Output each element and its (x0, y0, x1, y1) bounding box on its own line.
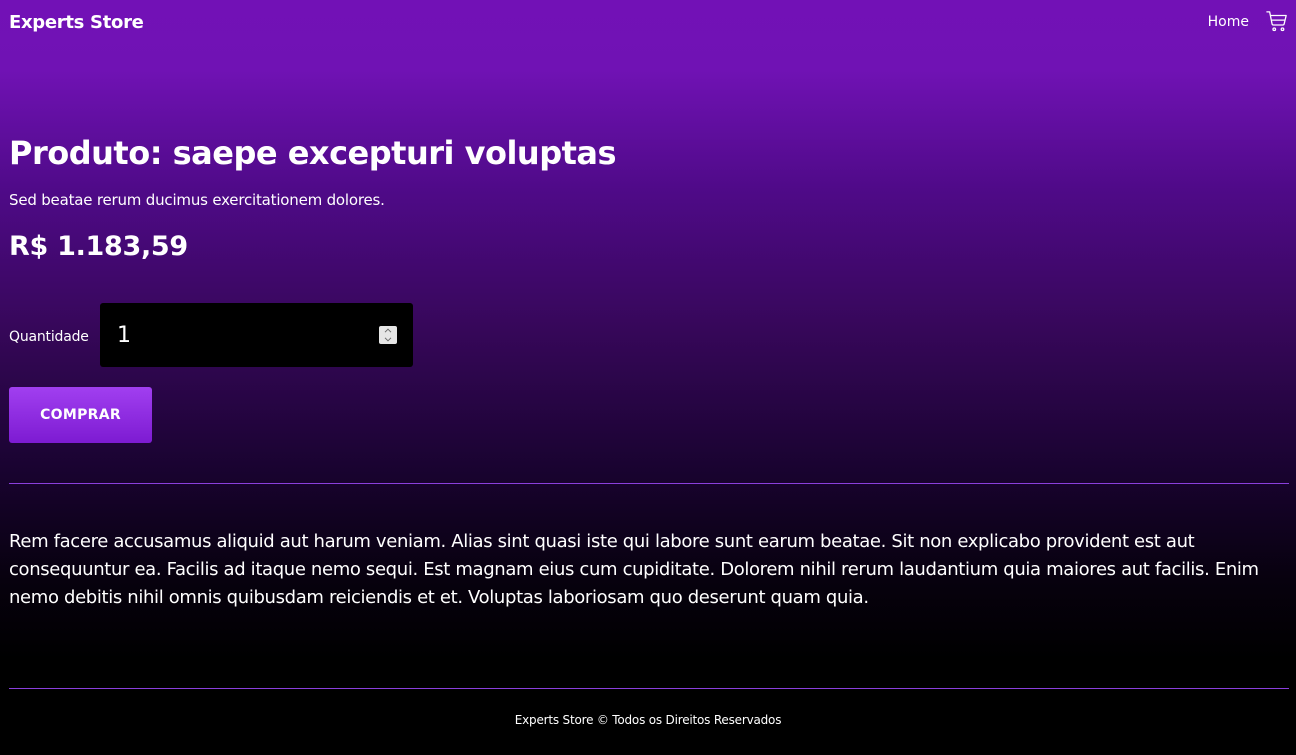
product-price: R$ 1.183,59 (9, 231, 188, 262)
site-header: Experts Store Home (0, 0, 1296, 46)
brand-logo-link[interactable]: Experts Store (9, 11, 144, 35)
footer-divider (9, 688, 1289, 689)
product-title: Produto: saepe excepturi voluptas (9, 134, 617, 172)
quantity-spinner[interactable] (379, 326, 397, 344)
buy-button[interactable]: COMPRAR (9, 387, 152, 443)
quantity-label: Quantidade (9, 329, 89, 345)
quantity-stepper[interactable] (100, 303, 413, 367)
product-description: Rem facere accusamus aliquid aut harum v… (9, 531, 1259, 608)
footer-copyright: Experts Store © Todos os Direitos Reserv… (514, 713, 782, 727)
divider (9, 483, 1289, 484)
nav-home-link[interactable]: Home (1208, 12, 1249, 32)
chevron-up-icon[interactable] (379, 326, 397, 335)
cart-icon[interactable] (1266, 10, 1288, 32)
product-subtitle: Sed beatae rerum ducimus exercitationem … (9, 191, 385, 209)
chevron-down-icon[interactable] (379, 335, 397, 344)
quantity-input[interactable] (117, 323, 357, 349)
